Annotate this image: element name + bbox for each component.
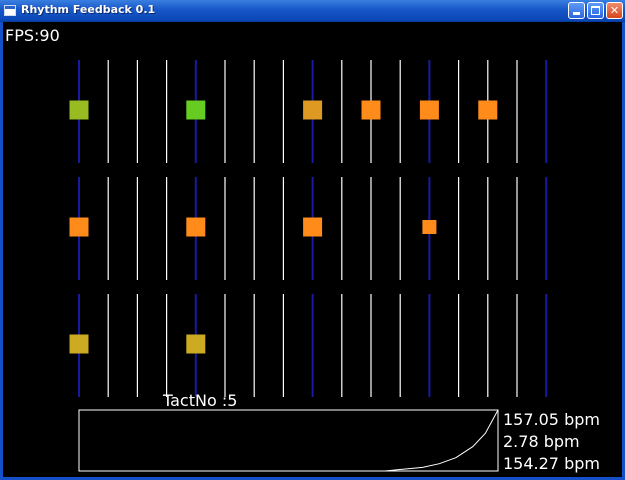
tempo-graph-frame — [78, 409, 499, 472]
bpm-readout-1: 157.05 bpm — [503, 410, 600, 429]
note-marker — [361, 100, 381, 120]
note-marker — [478, 100, 498, 120]
note-marker — [69, 217, 89, 237]
note-marker — [186, 217, 206, 237]
note-marker — [422, 220, 437, 234]
tact-number-label: TactNo :5 — [163, 391, 238, 410]
note-marker — [69, 100, 89, 120]
rhythm-scene — [69, 60, 548, 472]
tempo-graph-curve — [79, 409, 499, 472]
note-marker — [303, 217, 323, 237]
fps-counter: FPS:90 — [5, 26, 60, 45]
note-marker — [303, 100, 323, 120]
note-marker — [419, 100, 439, 120]
bpm-readout-3: 154.27 bpm — [503, 454, 600, 473]
note-marker — [69, 334, 89, 354]
bpm-readout-2: 2.78 bpm — [503, 432, 580, 451]
note-marker — [186, 100, 206, 120]
note-marker — [186, 334, 206, 354]
